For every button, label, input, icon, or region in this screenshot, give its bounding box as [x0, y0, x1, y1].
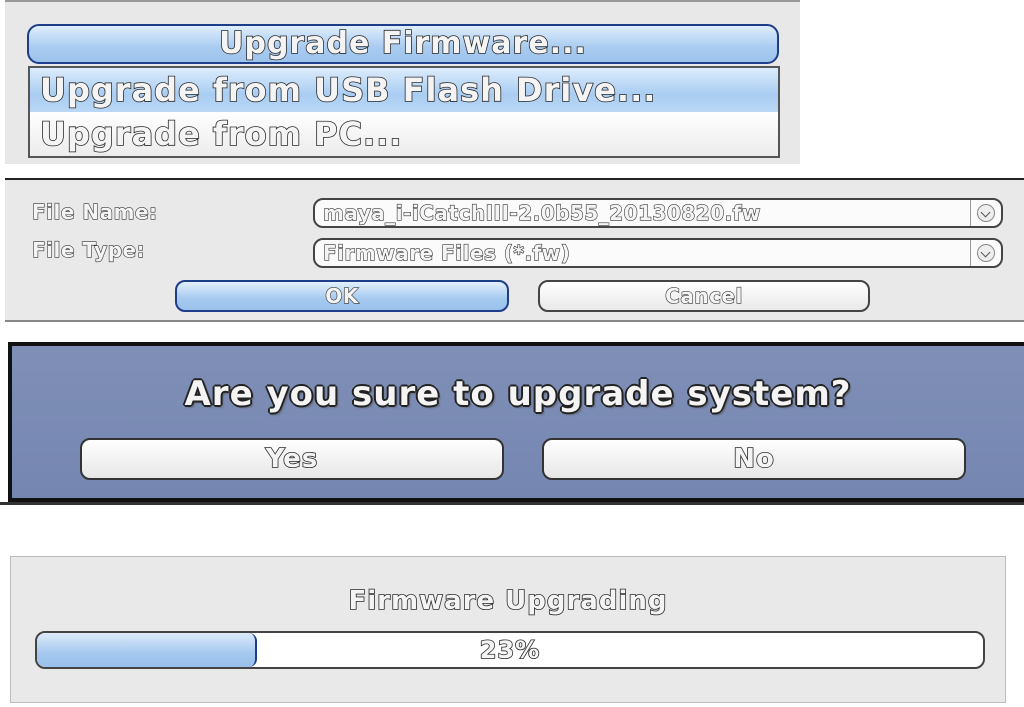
yes-button[interactable]: Yes [80, 438, 504, 480]
upgrade-source-list: Upgrade from USB Flash Drive... Upgrade … [28, 66, 780, 158]
file-name-value: maya_i-iCatchIII-2.0b55_20130820.fw [322, 200, 761, 225]
file-type-combo[interactable]: Firmware Files (*.fw) [313, 238, 1003, 268]
file-type-label: File Type: [31, 237, 146, 262]
confirm-message: Are you sure to upgrade system? [184, 374, 852, 414]
chevron-down-icon[interactable] [970, 200, 1001, 226]
cancel-button[interactable]: Cancel [538, 280, 870, 312]
progress-title: Firmware Upgrading [348, 585, 668, 617]
firmware-upgrade-progress-panel: Firmware Upgrading 23% [10, 556, 1006, 703]
ok-button[interactable]: OK [175, 280, 509, 312]
file-select-dialog: File Name: maya_i-iCatchIII-2.0b55_20130… [5, 178, 1024, 323]
menu-item-usb-flash-drive[interactable]: Upgrade from USB Flash Drive... [30, 68, 778, 112]
progress-percent: 23% [479, 635, 541, 665]
menu-item-pc[interactable]: Upgrade from PC... [30, 112, 778, 156]
file-type-value: Firmware Files (*.fw) [322, 240, 571, 265]
progress-bar: 23% [35, 631, 985, 669]
no-button[interactable]: No [542, 438, 966, 480]
confirm-upgrade-dialog: Are you sure to upgrade system? Yes No [8, 342, 1024, 502]
chevron-down-icon[interactable] [970, 240, 1001, 266]
divider [0, 502, 1024, 505]
file-name-combo[interactable]: maya_i-iCatchIII-2.0b55_20130820.fw [313, 198, 1003, 228]
upgrade-firmware-title[interactable]: Upgrade Firmware... [27, 24, 779, 64]
upgrade-firmware-menu: Upgrade Firmware... Upgrade from USB Fla… [5, 0, 800, 164]
file-name-label: File Name: [31, 199, 158, 224]
